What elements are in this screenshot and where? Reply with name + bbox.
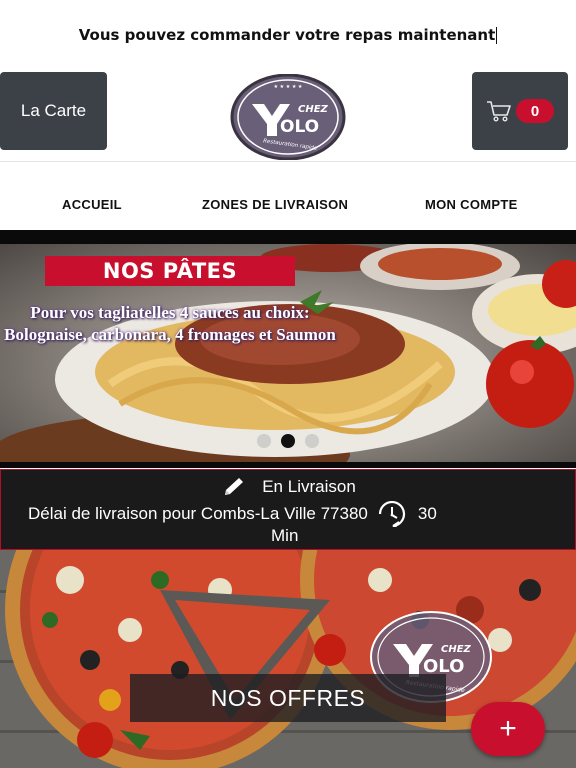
slider-dot-1[interactable] — [257, 434, 271, 448]
logo-name-text: OLO — [280, 117, 319, 137]
slider-dot-2[interactable] — [281, 434, 295, 448]
nav-item-zones-livraison[interactable]: ZONES DE LIVRAISON — [202, 197, 348, 212]
cart-icon — [487, 101, 511, 122]
slide-text-line-1: Pour vos tagliatelles 4 sauces au choix: — [30, 303, 310, 322]
logo-chez-text: CHEZ — [298, 104, 329, 115]
delivery-delay-unit: Min — [271, 526, 299, 545]
offers-logo-chez-text: CHEZ — [441, 644, 472, 655]
nav-item-accueil[interactable]: ACCUEIL — [62, 197, 122, 212]
clock-icon — [378, 501, 405, 527]
slide-text-line-2: Bolognaise, carbonara, 4 fromages et Sau… — [4, 325, 336, 344]
promo-slider[interactable]: NOS PÂTES Pour vos tagliatelles 4 sauces… — [0, 230, 576, 468]
announcement-bar: Vous pouvez commander votre repas mainte… — [0, 0, 576, 70]
restaurant-logo[interactable]: ★ ★ ★ ★ ★ CHEZ OLO Restauration rapide — [230, 74, 346, 160]
cart-count-badge: 0 — [516, 99, 554, 123]
svg-text:★ ★ ★ ★ ★: ★ ★ ★ ★ ★ — [274, 84, 303, 90]
slider-dot-3[interactable] — [305, 434, 319, 448]
offers-button[interactable]: NOS OFFRES — [130, 674, 446, 722]
slide-banner: NOS PÂTES — [45, 256, 295, 286]
delivery-mode-label: En Livraison — [262, 477, 356, 496]
announcement-text: Vous pouvez commander votre repas mainte… — [78, 26, 496, 44]
pencil-icon[interactable] — [222, 476, 248, 498]
delivery-info-panel[interactable]: En Livraison Délai de livraison pour Com… — [0, 469, 576, 550]
main-nav: ACCUEIL ZONES DE LIVRAISON MON COMPTE — [0, 162, 576, 230]
cart-button[interactable]: 0 — [472, 72, 568, 150]
delivery-delay-text: Délai de livraison pour Combs-La Ville 7… — [28, 504, 368, 523]
slide-pasta-image: NOS PÂTES Pour vos tagliatelles 4 sauces… — [0, 244, 576, 462]
menu-button[interactable]: La Carte — [0, 72, 107, 150]
slider-pagination — [0, 434, 576, 448]
add-button[interactable]: + — [471, 702, 545, 756]
text-caret — [496, 26, 498, 44]
slide-description: Pour vos tagliatelles 4 sauces au choix:… — [0, 302, 340, 346]
nav-item-mon-compte[interactable]: MON COMPTE — [425, 197, 518, 212]
delivery-delay-value: 30 — [417, 504, 437, 523]
